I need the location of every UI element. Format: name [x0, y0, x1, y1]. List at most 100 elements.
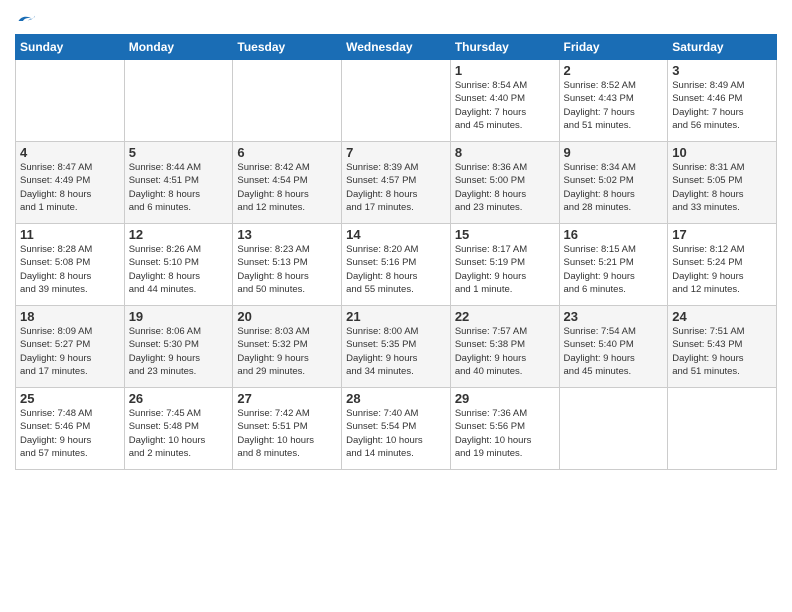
calendar-cell: 7Sunrise: 8:39 AM Sunset: 4:57 PM Daylig…	[342, 142, 451, 224]
calendar-cell: 18Sunrise: 8:09 AM Sunset: 5:27 PM Dayli…	[16, 306, 125, 388]
calendar-cell	[233, 60, 342, 142]
calendar-cell: 14Sunrise: 8:20 AM Sunset: 5:16 PM Dayli…	[342, 224, 451, 306]
calendar-cell: 23Sunrise: 7:54 AM Sunset: 5:40 PM Dayli…	[559, 306, 668, 388]
day-number: 19	[129, 309, 229, 324]
calendar-cell: 25Sunrise: 7:48 AM Sunset: 5:46 PM Dayli…	[16, 388, 125, 470]
calendar-cell: 19Sunrise: 8:06 AM Sunset: 5:30 PM Dayli…	[124, 306, 233, 388]
day-number: 10	[672, 145, 772, 160]
calendar-cell: 27Sunrise: 7:42 AM Sunset: 5:51 PM Dayli…	[233, 388, 342, 470]
day-info: Sunrise: 8:03 AM Sunset: 5:32 PM Dayligh…	[237, 325, 337, 378]
calendar-header-thursday: Thursday	[450, 35, 559, 60]
calendar-cell: 1Sunrise: 8:54 AM Sunset: 4:40 PM Daylig…	[450, 60, 559, 142]
calendar-cell: 15Sunrise: 8:17 AM Sunset: 5:19 PM Dayli…	[450, 224, 559, 306]
day-number: 22	[455, 309, 555, 324]
day-info: Sunrise: 8:42 AM Sunset: 4:54 PM Dayligh…	[237, 161, 337, 214]
calendar-cell: 13Sunrise: 8:23 AM Sunset: 5:13 PM Dayli…	[233, 224, 342, 306]
calendar-cell: 16Sunrise: 8:15 AM Sunset: 5:21 PM Dayli…	[559, 224, 668, 306]
calendar-header-wednesday: Wednesday	[342, 35, 451, 60]
calendar-cell: 8Sunrise: 8:36 AM Sunset: 5:00 PM Daylig…	[450, 142, 559, 224]
day-info: Sunrise: 8:28 AM Sunset: 5:08 PM Dayligh…	[20, 243, 120, 296]
calendar-cell: 11Sunrise: 8:28 AM Sunset: 5:08 PM Dayli…	[16, 224, 125, 306]
calendar-week-5: 25Sunrise: 7:48 AM Sunset: 5:46 PM Dayli…	[16, 388, 777, 470]
logo	[15, 14, 35, 28]
day-info: Sunrise: 8:31 AM Sunset: 5:05 PM Dayligh…	[672, 161, 772, 214]
day-number: 21	[346, 309, 446, 324]
day-info: Sunrise: 8:15 AM Sunset: 5:21 PM Dayligh…	[564, 243, 664, 296]
day-info: Sunrise: 8:49 AM Sunset: 4:46 PM Dayligh…	[672, 79, 772, 132]
day-number: 13	[237, 227, 337, 242]
calendar-header-sunday: Sunday	[16, 35, 125, 60]
day-number: 8	[455, 145, 555, 160]
calendar-cell: 5Sunrise: 8:44 AM Sunset: 4:51 PM Daylig…	[124, 142, 233, 224]
calendar-cell: 3Sunrise: 8:49 AM Sunset: 4:46 PM Daylig…	[668, 60, 777, 142]
day-info: Sunrise: 7:48 AM Sunset: 5:46 PM Dayligh…	[20, 407, 120, 460]
calendar-week-1: 1Sunrise: 8:54 AM Sunset: 4:40 PM Daylig…	[16, 60, 777, 142]
day-number: 9	[564, 145, 664, 160]
calendar-cell	[124, 60, 233, 142]
calendar-week-4: 18Sunrise: 8:09 AM Sunset: 5:27 PM Dayli…	[16, 306, 777, 388]
day-number: 16	[564, 227, 664, 242]
day-info: Sunrise: 8:39 AM Sunset: 4:57 PM Dayligh…	[346, 161, 446, 214]
day-number: 6	[237, 145, 337, 160]
calendar-cell: 20Sunrise: 8:03 AM Sunset: 5:32 PM Dayli…	[233, 306, 342, 388]
calendar-cell: 24Sunrise: 7:51 AM Sunset: 5:43 PM Dayli…	[668, 306, 777, 388]
day-info: Sunrise: 8:17 AM Sunset: 5:19 PM Dayligh…	[455, 243, 555, 296]
day-info: Sunrise: 7:51 AM Sunset: 5:43 PM Dayligh…	[672, 325, 772, 378]
calendar: SundayMondayTuesdayWednesdayThursdayFrid…	[15, 34, 777, 470]
calendar-cell	[668, 388, 777, 470]
day-number: 20	[237, 309, 337, 324]
calendar-week-3: 11Sunrise: 8:28 AM Sunset: 5:08 PM Dayli…	[16, 224, 777, 306]
day-info: Sunrise: 7:54 AM Sunset: 5:40 PM Dayligh…	[564, 325, 664, 378]
day-info: Sunrise: 8:09 AM Sunset: 5:27 PM Dayligh…	[20, 325, 120, 378]
day-number: 27	[237, 391, 337, 406]
calendar-cell: 17Sunrise: 8:12 AM Sunset: 5:24 PM Dayli…	[668, 224, 777, 306]
day-number: 11	[20, 227, 120, 242]
calendar-header-friday: Friday	[559, 35, 668, 60]
day-info: Sunrise: 8:47 AM Sunset: 4:49 PM Dayligh…	[20, 161, 120, 214]
day-info: Sunrise: 8:52 AM Sunset: 4:43 PM Dayligh…	[564, 79, 664, 132]
day-number: 5	[129, 145, 229, 160]
day-info: Sunrise: 8:23 AM Sunset: 5:13 PM Dayligh…	[237, 243, 337, 296]
calendar-cell: 12Sunrise: 8:26 AM Sunset: 5:10 PM Dayli…	[124, 224, 233, 306]
calendar-header-row: SundayMondayTuesdayWednesdayThursdayFrid…	[16, 35, 777, 60]
day-info: Sunrise: 8:12 AM Sunset: 5:24 PM Dayligh…	[672, 243, 772, 296]
calendar-cell: 10Sunrise: 8:31 AM Sunset: 5:05 PM Dayli…	[668, 142, 777, 224]
calendar-header-saturday: Saturday	[668, 35, 777, 60]
day-info: Sunrise: 7:40 AM Sunset: 5:54 PM Dayligh…	[346, 407, 446, 460]
day-info: Sunrise: 7:57 AM Sunset: 5:38 PM Dayligh…	[455, 325, 555, 378]
day-info: Sunrise: 8:06 AM Sunset: 5:30 PM Dayligh…	[129, 325, 229, 378]
calendar-cell: 22Sunrise: 7:57 AM Sunset: 5:38 PM Dayli…	[450, 306, 559, 388]
calendar-cell: 9Sunrise: 8:34 AM Sunset: 5:02 PM Daylig…	[559, 142, 668, 224]
day-info: Sunrise: 8:34 AM Sunset: 5:02 PM Dayligh…	[564, 161, 664, 214]
day-number: 28	[346, 391, 446, 406]
day-info: Sunrise: 8:44 AM Sunset: 4:51 PM Dayligh…	[129, 161, 229, 214]
calendar-header-monday: Monday	[124, 35, 233, 60]
day-number: 17	[672, 227, 772, 242]
day-number: 4	[20, 145, 120, 160]
day-number: 12	[129, 227, 229, 242]
page: SundayMondayTuesdayWednesdayThursdayFrid…	[0, 0, 792, 612]
day-number: 26	[129, 391, 229, 406]
day-number: 3	[672, 63, 772, 78]
calendar-cell: 2Sunrise: 8:52 AM Sunset: 4:43 PM Daylig…	[559, 60, 668, 142]
calendar-cell: 21Sunrise: 8:00 AM Sunset: 5:35 PM Dayli…	[342, 306, 451, 388]
day-number: 29	[455, 391, 555, 406]
calendar-cell: 4Sunrise: 8:47 AM Sunset: 4:49 PM Daylig…	[16, 142, 125, 224]
header	[15, 10, 777, 28]
day-info: Sunrise: 8:26 AM Sunset: 5:10 PM Dayligh…	[129, 243, 229, 296]
day-info: Sunrise: 8:54 AM Sunset: 4:40 PM Dayligh…	[455, 79, 555, 132]
day-number: 25	[20, 391, 120, 406]
calendar-week-2: 4Sunrise: 8:47 AM Sunset: 4:49 PM Daylig…	[16, 142, 777, 224]
day-info: Sunrise: 7:36 AM Sunset: 5:56 PM Dayligh…	[455, 407, 555, 460]
calendar-cell	[342, 60, 451, 142]
calendar-cell: 29Sunrise: 7:36 AM Sunset: 5:56 PM Dayli…	[450, 388, 559, 470]
calendar-cell: 28Sunrise: 7:40 AM Sunset: 5:54 PM Dayli…	[342, 388, 451, 470]
day-number: 23	[564, 309, 664, 324]
calendar-header-tuesday: Tuesday	[233, 35, 342, 60]
calendar-cell: 6Sunrise: 8:42 AM Sunset: 4:54 PM Daylig…	[233, 142, 342, 224]
logo-bird-icon	[17, 14, 35, 28]
day-number: 18	[20, 309, 120, 324]
calendar-cell: 26Sunrise: 7:45 AM Sunset: 5:48 PM Dayli…	[124, 388, 233, 470]
day-info: Sunrise: 7:42 AM Sunset: 5:51 PM Dayligh…	[237, 407, 337, 460]
calendar-cell	[559, 388, 668, 470]
